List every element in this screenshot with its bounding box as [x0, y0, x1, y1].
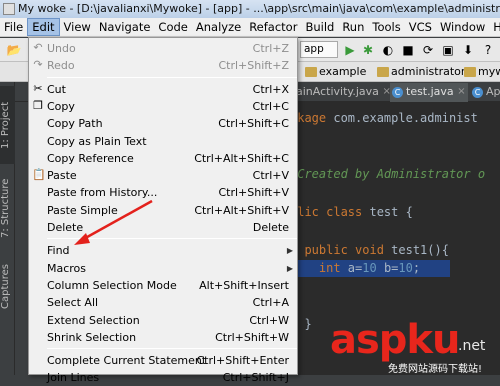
code-line: Created by Administrator o [290, 167, 486, 181]
menu-bar: File Edit View Navigate Code Analyze Refactor B… [0, 18, 500, 37]
menu-view[interactable]: View [60, 18, 95, 36]
menu-code[interactable]: Code [154, 18, 191, 36]
open-icon[interactable]: 📂 [6, 42, 22, 58]
shortcut-label: Ctrl+Shift+J [222, 371, 289, 385]
menu-item-copy-as-plain-text[interactable]: Copy as Plain Text [29, 133, 297, 150]
menu-file[interactable]: File [0, 18, 27, 36]
shortcut-label: Ctrl+X [252, 82, 289, 96]
menu-item-complete-current-statement[interactable]: Complete Current Statement Ctrl+Shift+Ent… [29, 352, 297, 369]
annotation-arrow [74, 199, 153, 245]
redo-icon: ↷ [33, 58, 43, 72]
breadcrumb-mywoke[interactable]: mywo [462, 64, 500, 80]
menu-item-copy-reference[interactable]: Copy Reference Ctrl+Alt+Shift+C [29, 150, 297, 167]
app-icon [3, 3, 15, 15]
shortcut-label: Ctrl+Shift+W [215, 330, 289, 344]
shortcut-label: Ctrl+Z [252, 42, 289, 55]
code-line: blic class test { [290, 205, 413, 219]
menu-item-column-selection-mode[interactable]: Column Selection Mode Alt+Shift+Insert [29, 277, 297, 294]
folder-icon [377, 67, 389, 77]
avd-icon[interactable]: ▣ [440, 42, 456, 58]
menu-navigate[interactable]: Navigate [95, 18, 155, 36]
breadcrumb-administrator[interactable]: administrator [375, 64, 465, 80]
run-config-select[interactable]: app [300, 41, 338, 58]
structure-tool-button[interactable]: 7: Structure [0, 168, 15, 248]
menu-vcs[interactable]: VCS [405, 18, 436, 36]
submenu-arrow-icon: ▶ [286, 246, 293, 256]
close-icon[interactable]: × [457, 83, 465, 101]
left-tool-stripe: 1: Project 7: Structure Captures [0, 82, 15, 375]
shortcut-label: Ctrl+Alt+Shift+C [194, 151, 289, 165]
watermark-subtitle: 免费网站源码下载站! [388, 364, 483, 375]
paste-icon: 📋 [32, 168, 46, 182]
captures-tool-button[interactable]: Captures [0, 252, 15, 322]
shortcut-label: Ctrl+Alt+Shift+V [194, 203, 289, 217]
watermark-logo: aspku .net 免费网站源码下载站! [330, 318, 500, 375]
menu-tools[interactable]: Tools [368, 18, 404, 36]
code-line: ckage com.example.administ [290, 111, 478, 125]
menu-item-undo[interactable]: ↶ Undo Ctrl+Z [29, 40, 297, 57]
window-title-bar: My woke - [D:\javalianxi\Mywoke] - [app]… [0, 0, 500, 18]
menu-separator [47, 348, 297, 350]
breadcrumb-example[interactable]: example [303, 64, 366, 80]
menu-run[interactable]: Run [338, 18, 368, 36]
menu-item-copy[interactable]: ❐ Copy Ctrl+C [29, 98, 297, 115]
submenu-arrow-icon: ▶ [286, 263, 293, 273]
project-tool-button[interactable]: 1: Project [0, 86, 15, 164]
watermark-tld: .net [458, 338, 486, 354]
tab-ap[interactable]: C Ap [470, 83, 500, 102]
undo-icon: ↶ [33, 41, 43, 54]
shortcut-label: Ctrl+Shift+V [218, 186, 289, 200]
menu-separator [47, 76, 297, 78]
menu-build[interactable]: Build [301, 18, 338, 36]
tab-mainactivity[interactable]: ainActivity.java × [290, 83, 393, 102]
copy-icon: ❐ [33, 98, 43, 112]
code-line: public void test1(){ [290, 243, 449, 257]
menu-analyze[interactable]: Analyze [192, 18, 245, 36]
menu-refactor[interactable]: Refactor [245, 18, 301, 36]
menu-item-copy-path[interactable]: Copy Path Ctrl+Shift+C [29, 115, 297, 132]
tab-test[interactable]: C test.java × [390, 83, 468, 102]
menu-item-join-lines[interactable]: Join Lines Ctrl+Shift+J [29, 369, 297, 386]
menu-item-extend-selection[interactable]: Extend Selection Ctrl+W [29, 312, 297, 329]
sync-icon[interactable]: ⟳ [420, 42, 436, 58]
shortcut-label: Ctrl+Shift+Enter [196, 354, 289, 368]
run-icon[interactable]: ▶ [342, 42, 358, 58]
menu-item-macros[interactable]: Macros ▶ [29, 260, 297, 277]
menu-item-paste[interactable]: 📋 Paste Ctrl+V [29, 167, 297, 184]
class-icon: C [392, 87, 403, 98]
shortcut-label: Alt+Shift+Insert [199, 278, 289, 292]
menu-window[interactable]: Window [436, 18, 489, 36]
shortcut-label: Ctrl+Shift+Z [218, 59, 289, 73]
debug-icon[interactable]: ✱ [360, 42, 376, 58]
profile-icon[interactable]: ◐ [380, 42, 396, 58]
cut-icon: ✂ [33, 81, 43, 95]
stop-icon[interactable]: ■ [400, 42, 416, 58]
menu-item-shrink-selection[interactable]: Shrink Selection Ctrl+Shift+W [29, 329, 297, 346]
shortcut-label: Delete [252, 221, 289, 234]
folder-icon [464, 67, 476, 77]
menu-item-cut[interactable]: ✂ Cut Ctrl+X [29, 81, 297, 98]
shortcut-label: Ctrl+C [252, 99, 289, 113]
menu-item-select-all[interactable]: Select All Ctrl+A [29, 294, 297, 311]
code-line: int a=10 b=10; [290, 260, 450, 277]
folder-icon [305, 67, 317, 77]
shortcut-label: Ctrl+Shift+C [218, 117, 289, 131]
menu-item-redo[interactable]: ↷ Redo Ctrl+Shift+Z [29, 57, 297, 74]
menu-edit[interactable]: Edit [27, 18, 60, 36]
class-icon: C [472, 87, 483, 98]
watermark-text: aspku [330, 317, 461, 363]
window-title: My woke - [D:\javalianxi\Mywoke] - [app]… [18, 2, 500, 15]
shortcut-label: Ctrl+V [252, 169, 289, 183]
help-icon[interactable]: ? [480, 42, 496, 58]
sdk-icon[interactable]: ⬇ [460, 42, 476, 58]
shortcut-label: Ctrl+W [249, 313, 289, 327]
shortcut-label: Ctrl+A [252, 296, 289, 310]
menu-help[interactable]: Help [489, 18, 500, 36]
